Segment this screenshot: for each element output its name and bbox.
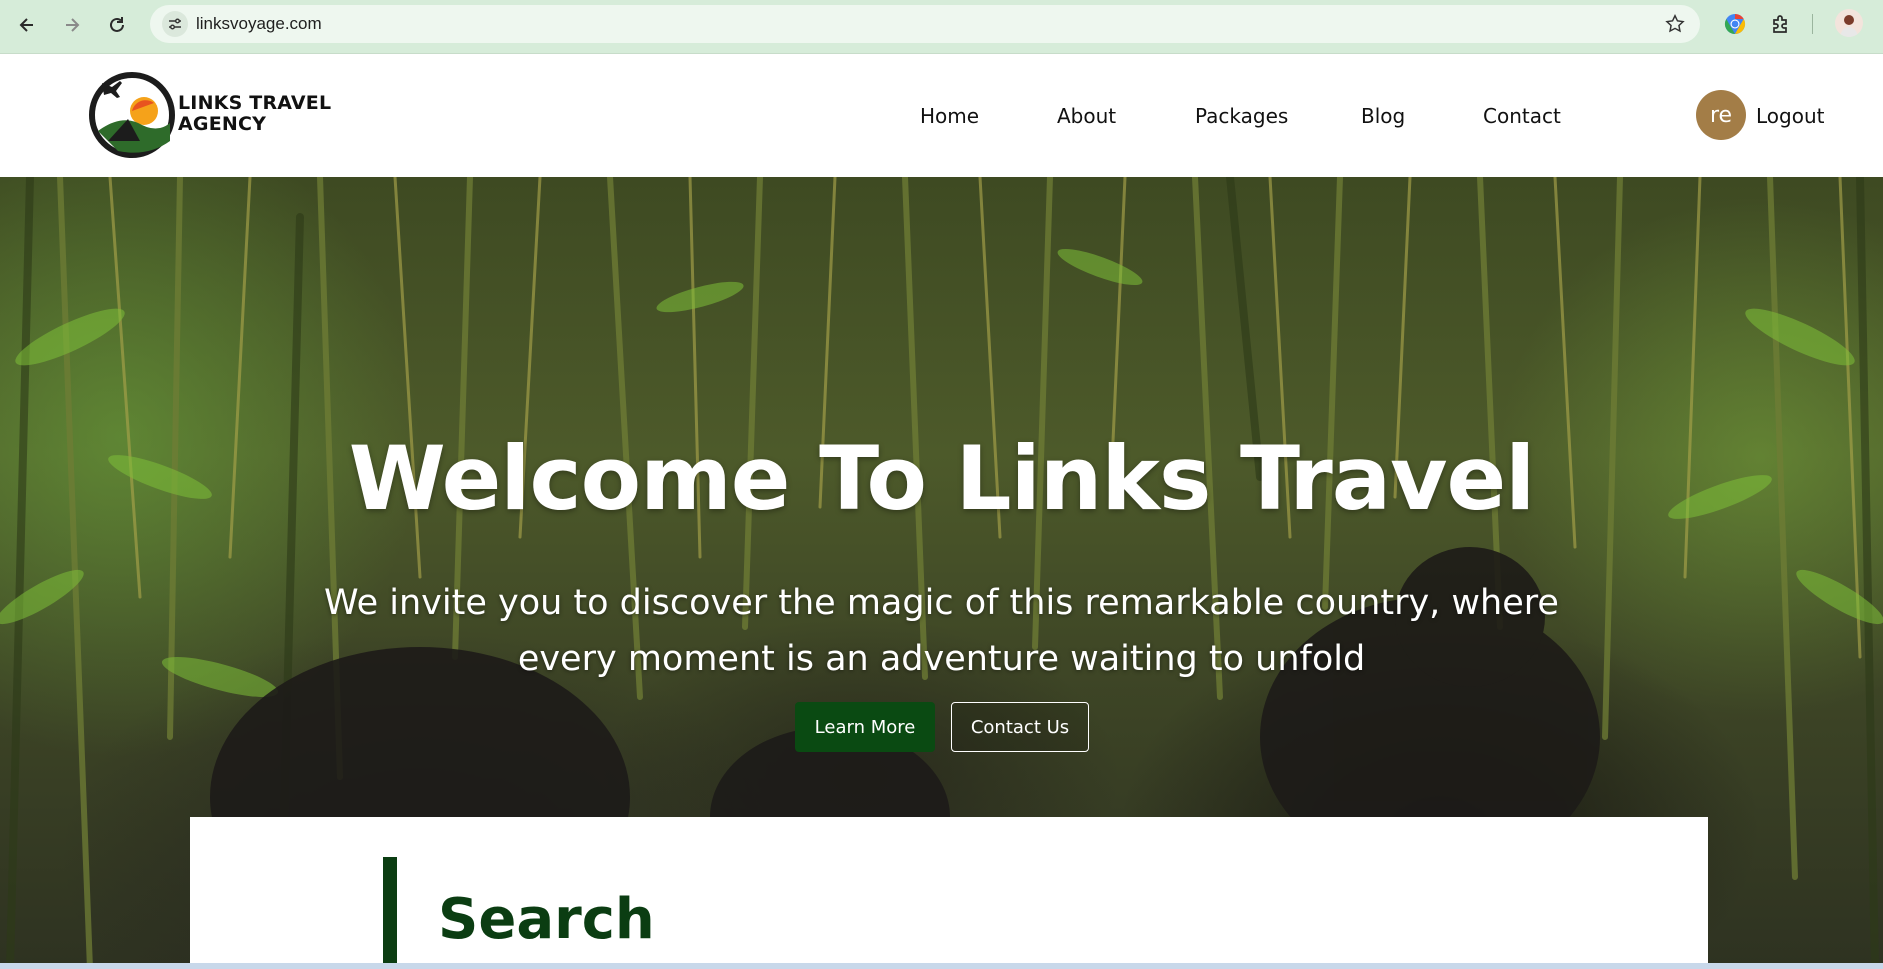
back-button[interactable]	[11, 9, 43, 41]
arrow-left-icon	[19, 18, 33, 32]
nav-about[interactable]: About	[1057, 104, 1116, 128]
browser-toolbar: linksvoyage.com	[0, 0, 1883, 54]
logo-text-line-1: LINKS TRAVEL	[178, 92, 332, 114]
chrome-extension-icon[interactable]	[1721, 10, 1749, 38]
extensions-puzzle-icon[interactable]	[1767, 10, 1795, 38]
nav-packages[interactable]: Packages	[1195, 104, 1288, 128]
toolbar-divider	[1812, 14, 1813, 34]
reload-icon	[110, 17, 124, 32]
tune-icon	[169, 18, 181, 30]
bookmark-star-icon[interactable]	[1664, 13, 1686, 39]
logo-text[interactable]: LINKS TRAVEL AGENCY	[178, 93, 331, 135]
window-bottom-edge	[0, 963, 1883, 969]
address-bar[interactable]: linksvoyage.com	[150, 5, 1700, 43]
logout-link[interactable]: Logout	[1756, 104, 1824, 128]
nav-contact[interactable]: Contact	[1483, 104, 1561, 128]
hero-subtitle: We invite you to discover the magic of t…	[324, 583, 1559, 679]
reload-button[interactable]	[101, 9, 133, 41]
learn-more-button[interactable]: Learn More	[795, 702, 935, 752]
forward-button[interactable]	[56, 9, 88, 41]
search-heading: Search	[438, 887, 655, 952]
arrow-right-icon	[66, 18, 80, 32]
search-section: Search	[190, 817, 1708, 969]
logo-icon[interactable]	[88, 71, 176, 159]
site-header: LINKS TRAVEL AGENCY Home About Packages …	[0, 54, 1883, 177]
contact-us-button[interactable]: Contact Us	[951, 702, 1089, 752]
user-avatar[interactable]: re	[1696, 90, 1746, 140]
site-info-button[interactable]	[162, 11, 188, 37]
url-text[interactable]: linksvoyage.com	[196, 14, 322, 34]
search-accent-bar	[383, 857, 397, 969]
profile-avatar[interactable]	[1835, 9, 1863, 37]
hero-title: Welcome To Links Travel	[348, 427, 1536, 530]
nav-home[interactable]: Home	[920, 104, 979, 128]
nav-blog[interactable]: Blog	[1361, 104, 1405, 128]
logo-text-line-2: AGENCY	[178, 113, 267, 135]
